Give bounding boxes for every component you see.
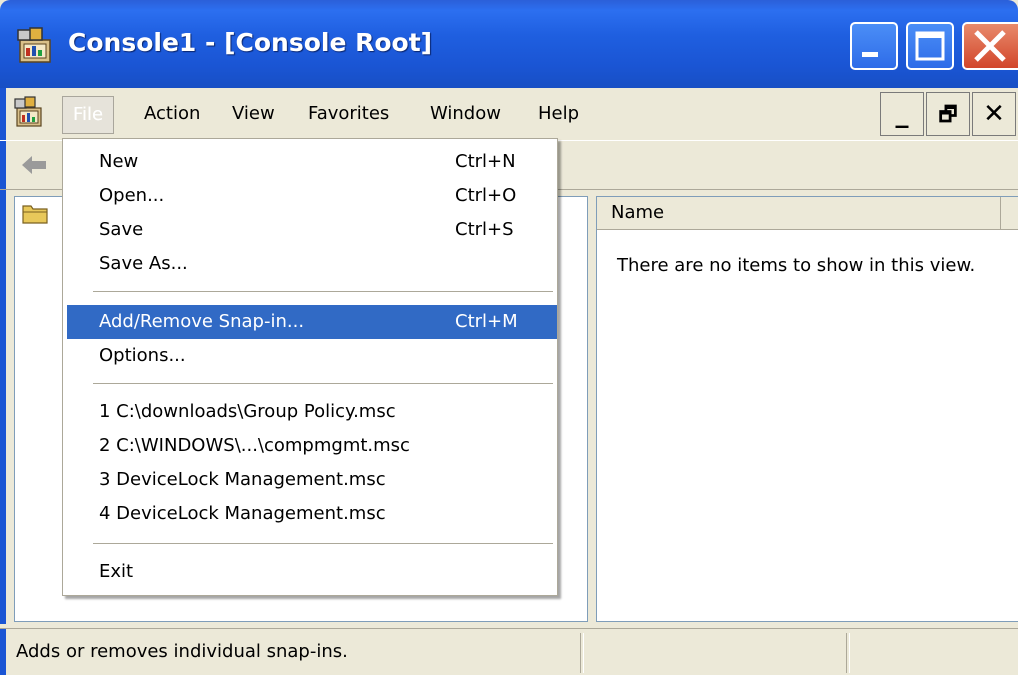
file-menu-dropdown: New Ctrl+N Open... Ctrl+O Save Ctrl+S Sa… — [62, 138, 558, 596]
menu-separator — [93, 383, 553, 385]
menu-item-new[interactable]: New Ctrl+N — [67, 145, 557, 179]
menu-item-save[interactable]: Save Ctrl+S — [67, 213, 557, 247]
menu-item-label: 4 DeviceLock Management.msc — [99, 503, 386, 524]
menu-item-shortcut: Ctrl+M — [455, 311, 518, 332]
window-frame-left — [0, 190, 6, 624]
menu-item-open[interactable]: Open... Ctrl+O — [67, 179, 557, 213]
mdi-minimize-button[interactable]: _ — [880, 92, 924, 136]
status-text: Adds or removes individual snap-ins. — [16, 641, 348, 662]
menu-action[interactable]: Action — [134, 96, 210, 132]
menu-item-label: 2 C:\WINDOWS\...\compmgmt.msc — [99, 435, 410, 456]
mdi-close-button[interactable]: ✕ — [972, 92, 1016, 136]
column-header-name[interactable]: Name — [597, 197, 1001, 229]
menu-item-exit[interactable]: Exit — [67, 555, 557, 589]
menu-item-recent-2[interactable]: 2 C:\WINDOWS\...\compmgmt.msc — [67, 429, 557, 463]
menu-item-label: Save — [99, 219, 144, 240]
menu-separator — [93, 291, 553, 293]
window-frame-left — [0, 629, 6, 675]
maximize-icon — [915, 31, 945, 61]
maximize-button[interactable] — [906, 22, 954, 70]
empty-view-message: There are no items to show in this view. — [617, 255, 976, 276]
menu-item-options[interactable]: Options... — [67, 339, 557, 373]
menu-item-add-remove-snap-in[interactable]: Add/Remove Snap-in... Ctrl+M — [67, 305, 557, 339]
menu-item-recent-3[interactable]: 3 DeviceLock Management.msc — [67, 463, 557, 497]
status-separator — [846, 633, 850, 673]
window-frame-left — [0, 88, 6, 140]
menu-item-shortcut: Ctrl+O — [455, 185, 517, 206]
status-bar: Adds or removes individual snap-ins. — [0, 628, 1018, 675]
menu-file[interactable]: File — [62, 96, 115, 134]
menu-item-recent-1[interactable]: 1 C:\downloads\Group Policy.msc — [67, 395, 557, 429]
menu-view[interactable]: View — [222, 96, 285, 132]
menu-help[interactable]: Help — [528, 96, 589, 132]
back-arrow-icon[interactable] — [20, 153, 48, 177]
menu-item-shortcut: Ctrl+S — [455, 219, 514, 240]
minimize-button[interactable] — [850, 22, 898, 70]
menu-item-shortcut: Ctrl+N — [455, 151, 516, 172]
title-bar[interactable]: Console1 - [Console Root] — [0, 0, 1018, 88]
menu-item-label: Open... — [99, 185, 165, 206]
mdi-controls: _ 🗗 ✕ — [880, 92, 1018, 138]
minimize-icon — [862, 52, 878, 57]
menu-favorites[interactable]: Favorites — [298, 96, 399, 132]
menu-item-label: New — [99, 151, 139, 172]
mdi-restore-button[interactable]: 🗗 — [926, 92, 970, 136]
close-button[interactable] — [962, 22, 1018, 70]
menu-item-label: 3 DeviceLock Management.msc — [99, 469, 386, 490]
menu-item-label: Save As... — [99, 253, 188, 274]
menu-item-label: Exit — [99, 561, 134, 582]
menu-bar: File Action View Favorites Window Help _… — [0, 88, 1018, 140]
details-pane[interactable]: Name There are no items to show in this … — [596, 196, 1018, 622]
column-header-row: Name — [597, 197, 1018, 230]
window-title: Console1 - [Console Root] — [68, 28, 433, 57]
mmc-console-icon[interactable] — [12, 96, 46, 128]
window-frame-left — [0, 141, 6, 189]
status-separator — [580, 633, 584, 673]
menu-item-save-as[interactable]: Save As... — [67, 247, 557, 281]
folder-icon[interactable] — [21, 201, 49, 225]
menu-separator — [93, 543, 553, 545]
mmc-console-icon — [17, 27, 51, 63]
menu-item-label: Add/Remove Snap-in... — [99, 311, 305, 332]
menu-item-recent-4[interactable]: 4 DeviceLock Management.msc — [67, 497, 557, 531]
menu-item-label: Options... — [99, 345, 186, 366]
close-icon — [974, 30, 1006, 62]
menu-window[interactable]: Window — [420, 96, 511, 132]
menu-item-label: 1 C:\downloads\Group Policy.msc — [99, 401, 396, 422]
